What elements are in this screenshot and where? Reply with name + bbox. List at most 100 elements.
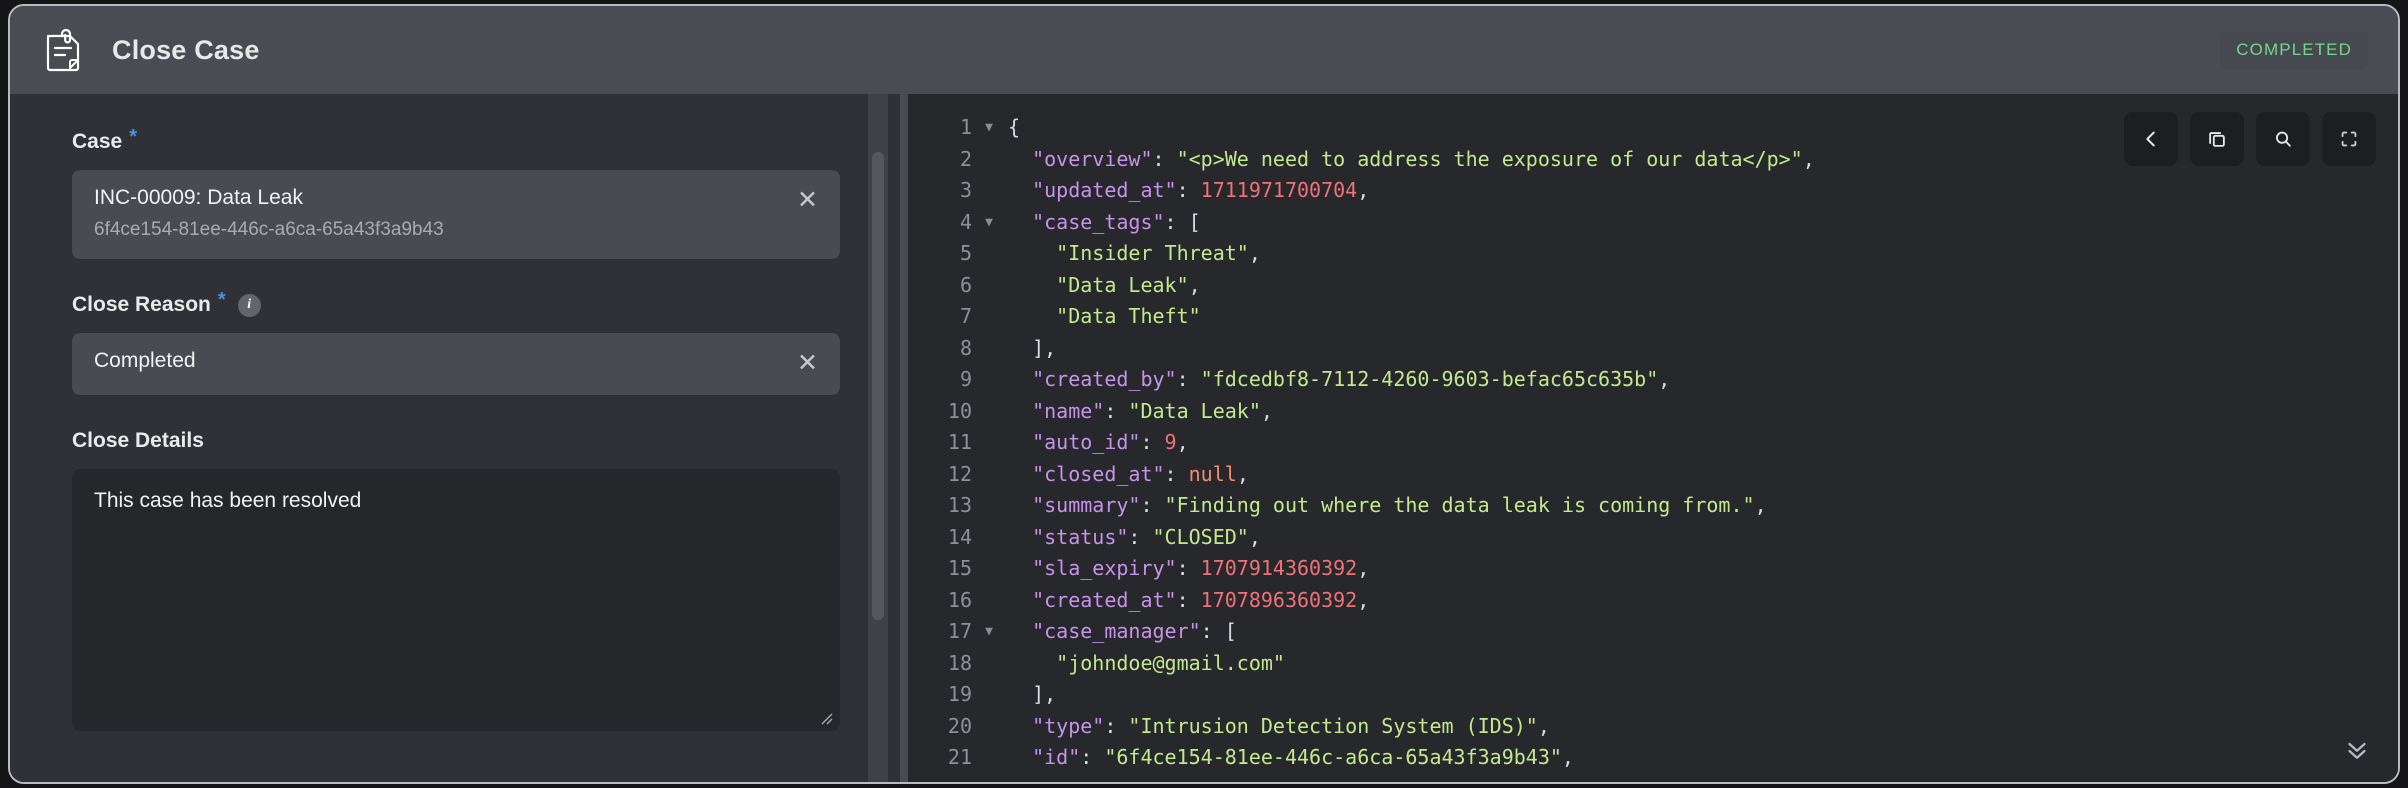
- code-text: "johndoe@gmail.com": [1056, 650, 1285, 675]
- code-line: 11 "auto_id": 9,: [908, 427, 2398, 459]
- line-number: 4: [959, 209, 972, 234]
- close-x-icon[interactable]: ✕: [787, 185, 820, 212]
- line-number: 10: [947, 398, 972, 423]
- code-line: 5 "Insider Threat",: [908, 238, 2398, 270]
- code-line: 10 "name": "Data Leak",: [908, 396, 2398, 428]
- form-panel: Case * INC-00009: Data Leak 6f4ce154-81e…: [10, 94, 900, 782]
- collapse-all-button[interactable]: [2124, 112, 2178, 166]
- line-number: 15: [947, 556, 972, 580]
- line-number: 7: [959, 304, 972, 328]
- close-reason-select[interactable]: Completed ✕: [72, 333, 840, 395]
- fold-toggle-icon[interactable]: ▼: [978, 112, 1000, 144]
- line-number: 17: [947, 619, 972, 643]
- line-number: 12: [947, 461, 972, 486]
- code-line: 17 ▼ "case_manager": [: [908, 616, 2398, 648]
- code-line: 7 "Data Theft": [908, 301, 2398, 333]
- code-line: 3 "updated_at": 1711971700704,: [908, 175, 2398, 207]
- case-field-block: Case * INC-00009: Data Leak 6f4ce154-81e…: [72, 126, 840, 259]
- chevrons-down-icon: [2348, 742, 2366, 759]
- close-reason-value: Completed: [94, 349, 196, 372]
- code-line: 20 "type": "Intrusion Detection System (…: [908, 711, 2398, 743]
- case-field-label: Case *: [72, 126, 840, 154]
- close-details-field-block: Close Details: [72, 429, 840, 731]
- header-bar: Close Case COMPLETED: [10, 6, 2398, 94]
- code-text: "created_at": 1707896360392,: [1008, 587, 1370, 612]
- code-line: 19 ],: [908, 679, 2398, 711]
- code-text: "Insider Threat",: [1056, 241, 1261, 265]
- search-button[interactable]: [2256, 112, 2310, 166]
- code-text: "type": "Intrusion Detection System (IDS…: [1008, 713, 1550, 738]
- code-line: 4 ▼ "case_tags": [: [908, 207, 2398, 239]
- form-scrollbar-thumb[interactable]: [872, 152, 884, 620]
- code-line: 15 "sla_expiry": 1707914360392,: [908, 553, 2398, 585]
- code-line: 6 "Data Leak",: [908, 270, 2398, 302]
- close-x-icon[interactable]: ✕: [787, 348, 820, 375]
- json-viewer-toolbar: [2124, 112, 2376, 166]
- line-number: 2: [959, 146, 972, 171]
- line-number: 8: [959, 335, 972, 360]
- case-value-uuid: 6f4ce154-81ee-446c-a6ca-65a43f3a9b43: [94, 219, 444, 241]
- form-scrollbar-track[interactable]: [868, 94, 888, 782]
- chevron-left-icon: [2146, 131, 2155, 147]
- info-icon[interactable]: i: [237, 293, 261, 317]
- line-number: 6: [959, 272, 972, 297]
- json-viewer-panel: 1 ▼{2 "overview": "<p>We need to address …: [908, 94, 2398, 782]
- code-line: 16 "created_at": 1707896360392,: [908, 585, 2398, 617]
- code-text: "sla_expiry": 1707914360392,: [1008, 556, 1370, 580]
- code-text: ],: [1008, 682, 1057, 706]
- copy-button[interactable]: [2190, 112, 2244, 166]
- line-number: 16: [947, 587, 972, 612]
- required-asterisk: *: [217, 289, 226, 311]
- line-number: 19: [947, 682, 972, 706]
- line-number: 1: [959, 115, 972, 139]
- status-badge: COMPLETED: [2220, 31, 2368, 69]
- json-code-area[interactable]: 1 ▼{2 "overview": "<p>We need to address …: [908, 94, 2398, 782]
- code-line: 14 "status": "CLOSED",: [908, 522, 2398, 554]
- code-text: "updated_at": 1711971700704,: [1008, 178, 1370, 202]
- line-number: 11: [947, 430, 972, 454]
- line-number: 14: [947, 524, 972, 549]
- close-reason-label-text: Close Reason: [72, 293, 211, 316]
- page-title: Close Case: [112, 34, 260, 65]
- fullscreen-button[interactable]: [2322, 112, 2376, 166]
- fold-toggle-icon[interactable]: ▼: [978, 616, 1000, 648]
- code-line: 12 "closed_at": null,: [908, 459, 2398, 491]
- case-select[interactable]: INC-00009: Data Leak 6f4ce154-81ee-446c-…: [72, 170, 840, 259]
- fullscreen-icon: [2341, 131, 2357, 147]
- case-document-icon: [40, 27, 86, 73]
- close-case-card: Close Case COMPLETED Case * INC-00009: D…: [8, 4, 2400, 784]
- fold-toggle-icon[interactable]: ▼: [978, 207, 1000, 239]
- line-number: 13: [947, 493, 972, 517]
- line-number: 18: [947, 650, 972, 675]
- body-split: Case * INC-00009: Data Leak 6f4ce154-81e…: [10, 94, 2398, 782]
- code-text: "closed_at": null,: [1008, 461, 1249, 486]
- code-text: "case_manager": [: [1008, 619, 1237, 643]
- code-text: "case_tags": [: [1008, 209, 1201, 234]
- code-text: "status": "CLOSED",: [1008, 524, 1261, 549]
- code-text: "auto_id": 9,: [1008, 430, 1189, 454]
- copy-icon: [2209, 132, 2225, 147]
- close-details-field-label: Close Details: [72, 429, 840, 453]
- code-text: "summary": "Finding out where the data l…: [1008, 493, 1767, 517]
- code-text: "id": "6f4ce154-81ee-446c-a6ca-65a43f3a9…: [1008, 745, 1574, 769]
- line-number: 9: [959, 367, 972, 391]
- code-text: {: [1008, 115, 1021, 139]
- search-icon: [2276, 131, 2291, 147]
- case-label-text: Case: [72, 130, 123, 153]
- code-text: "Data Leak",: [1056, 272, 1201, 297]
- code-line: 13 "summary": "Finding out where the dat…: [908, 490, 2398, 522]
- line-number: 5: [959, 241, 972, 265]
- close-details-input[interactable]: [72, 469, 840, 731]
- code-line: 21 "id": "6f4ce154-81ee-446c-a6ca-65a43f…: [908, 742, 2398, 774]
- required-asterisk: *: [129, 126, 137, 148]
- expand-more-button[interactable]: [2334, 726, 2380, 772]
- code-text: "created_by": "fdcedbf8-7112-4260-9603-b…: [1008, 367, 1671, 391]
- code-line: 18 "johndoe@gmail.com": [908, 648, 2398, 680]
- code-text: "name": "Data Leak",: [1008, 398, 1273, 423]
- line-number: 20: [947, 713, 972, 738]
- code-text: ],: [1008, 335, 1057, 360]
- line-number: 3: [959, 178, 972, 202]
- panel-divider[interactable]: [900, 94, 908, 782]
- close-reason-field-block: Close Reason * i Completed ✕: [72, 289, 840, 395]
- code-line: 8 ],: [908, 333, 2398, 365]
